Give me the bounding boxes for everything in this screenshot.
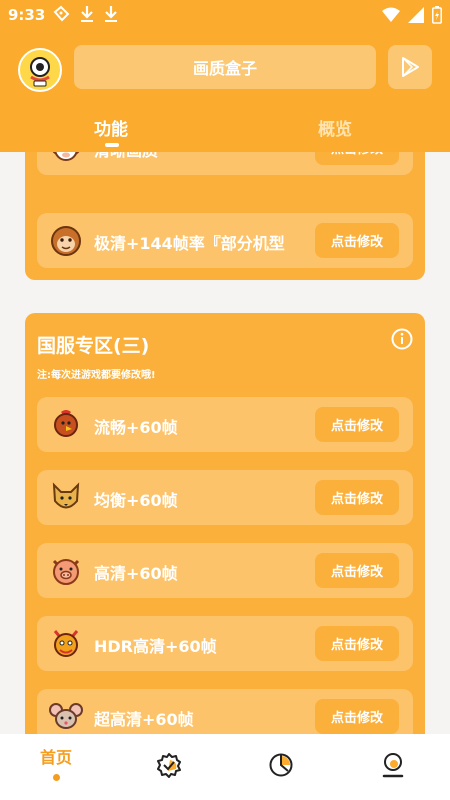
item-label: 高清+60帧 bbox=[94, 564, 178, 583]
section-note: 注:每次进游戏都要修改哦! bbox=[37, 370, 156, 381]
item-label: 极清+144帧率『部分机型 bbox=[94, 234, 285, 253]
avatar[interactable] bbox=[18, 48, 62, 92]
tab-function[interactable]: 功能 bbox=[94, 115, 128, 140]
rooster-icon bbox=[54, 410, 78, 437]
section-title: 国服专区(三) bbox=[37, 335, 150, 357]
badge-check-icon bbox=[157, 753, 181, 778]
app-title: 画质盒子 bbox=[74, 45, 376, 89]
nav-home-label: 首页 bbox=[39, 748, 72, 767]
status-time: 9:33 bbox=[8, 6, 46, 24]
list-item: HDR高清+60帧 点击修改 bbox=[37, 616, 413, 671]
modify-button[interactable]: 点击修改 bbox=[315, 553, 399, 588]
list-item: 均衡+60帧 点击修改 bbox=[37, 470, 413, 525]
tab-overview[interactable]: 概览 bbox=[318, 115, 352, 140]
nav-stats[interactable] bbox=[251, 744, 311, 790]
pie-chart-icon bbox=[269, 753, 293, 777]
monkey-icon bbox=[51, 226, 81, 256]
item-label: 流畅+60帧 bbox=[94, 418, 178, 437]
mascot-icon bbox=[20, 50, 60, 90]
ticket-icon bbox=[53, 5, 70, 22]
modify-button[interactable]: 点击修改 bbox=[315, 407, 399, 442]
section-card: 国服专区(三) 注:每次进游戏都要修改哦! 流畅+60帧 点击修改 均衡+60帧… bbox=[25, 313, 425, 734]
play-store-icon bbox=[402, 57, 419, 77]
dragon-icon bbox=[53, 630, 79, 657]
list-item: 极清+144帧率『部分机型 点击修改 bbox=[37, 213, 413, 268]
list-item: 超高清+60帧 点击修改 bbox=[37, 689, 413, 734]
nav-active-dot bbox=[52, 774, 60, 781]
list-item: 清晰画质 点击修改 bbox=[37, 152, 413, 175]
battery-charging-icon bbox=[432, 6, 442, 24]
modify-button[interactable]: 点击修改 bbox=[315, 699, 399, 734]
modify-button[interactable]: 点击修改 bbox=[315, 152, 399, 165]
modify-button[interactable]: 点击修改 bbox=[315, 626, 399, 661]
dog-icon bbox=[52, 482, 80, 509]
app-header: 画质盒子 功能 概览 bbox=[0, 32, 450, 152]
list-item: 高清+60帧 点击修改 bbox=[37, 543, 413, 598]
signal-icon bbox=[408, 7, 424, 23]
modify-button[interactable]: 点击修改 bbox=[315, 223, 399, 258]
profile-icon bbox=[382, 753, 404, 778]
download-icon bbox=[81, 6, 93, 22]
section-card: 清晰画质 点击修改 极清+144帧率『部分机型 点击修改 bbox=[25, 152, 425, 280]
item-label: 超高清+60帧 bbox=[94, 710, 194, 729]
nav-home[interactable]: 首页 bbox=[26, 744, 86, 790]
rat-icon bbox=[49, 703, 83, 729]
info-icon[interactable] bbox=[391, 328, 413, 350]
wifi-icon bbox=[382, 7, 400, 22]
status-bar: 9:33 bbox=[0, 0, 450, 32]
nav-profile[interactable] bbox=[363, 744, 423, 790]
tab-indicator bbox=[105, 143, 119, 147]
pig-icon bbox=[52, 559, 80, 585]
nav-badge[interactable] bbox=[139, 744, 199, 790]
modify-button[interactable]: 点击修改 bbox=[315, 480, 399, 515]
list-item: 流畅+60帧 点击修改 bbox=[37, 397, 413, 452]
item-label: HDR高清+60帧 bbox=[94, 637, 217, 656]
download-icon bbox=[105, 6, 117, 22]
play-button[interactable] bbox=[388, 45, 432, 89]
item-label: 均衡+60帧 bbox=[94, 491, 178, 510]
main-content[interactable]: 清晰画质 点击修改 极清+144帧率『部分机型 点击修改 国服专区(三) 注:每… bbox=[0, 152, 450, 734]
ram-icon bbox=[52, 152, 80, 161]
bottom-nav: 首页 bbox=[0, 734, 450, 800]
item-label: 清晰画质 bbox=[94, 152, 314, 161]
